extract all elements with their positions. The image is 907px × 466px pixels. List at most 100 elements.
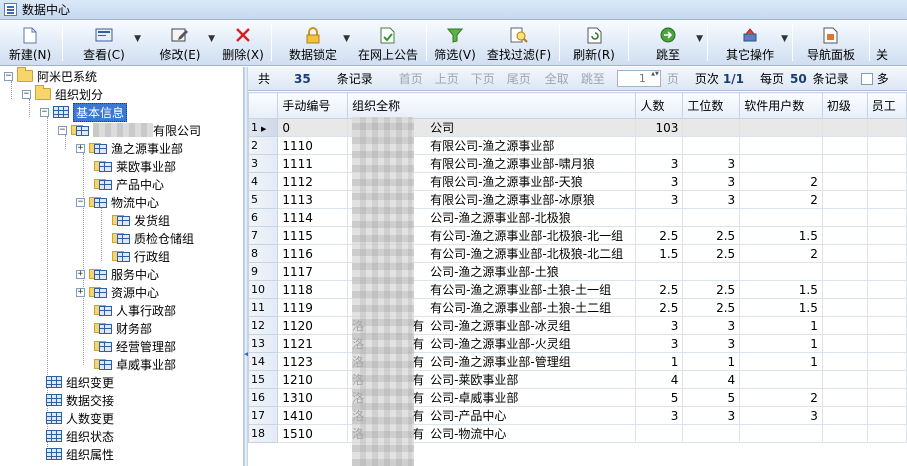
row-number[interactable]: 14 xyxy=(248,352,279,371)
tree-node-root[interactable]: − 阿米巴系统 xyxy=(4,67,97,85)
last-page-link[interactable]: 尾页 xyxy=(507,70,531,87)
table-row[interactable]: 14 1123 洛 有公司-渔之源事业部-管理组 1 1 1 xyxy=(248,352,907,371)
table-row[interactable]: 4 1112 有限公司-渔之源事业部-天狼 3 3 2 xyxy=(248,172,907,191)
collapse-toggle[interactable]: − xyxy=(4,71,13,81)
table-row[interactable]: 12 1120 洛 有公司-渔之源事业部-冰灵组 3 3 1 xyxy=(248,316,907,335)
row-number[interactable]: 7 xyxy=(248,226,279,245)
row-number[interactable]: 18 xyxy=(248,424,279,443)
table-row[interactable]: 7 1115 有公司-渔之源事业部-北极狼-北一组 2.5 2.5 1.5 xyxy=(248,226,907,245)
tree-node-company[interactable]: − 有限公司 xyxy=(58,121,201,139)
row-number[interactable]: 16 xyxy=(248,388,279,407)
row-number[interactable]: 13 xyxy=(248,334,279,353)
data-lock-button[interactable]: 数据锁定 ▼ xyxy=(274,20,352,65)
tree-node-org-attribute[interactable]: 组织属性 xyxy=(46,445,114,463)
row-number[interactable]: 4 xyxy=(248,172,279,191)
row-number[interactable]: 11 xyxy=(248,298,279,317)
collapse-toggle[interactable]: − xyxy=(22,89,31,99)
table-row[interactable]: 13 1121 洛 有公司-渔之源事业部-火灵组 3 3 1 xyxy=(248,334,907,353)
tree-node-dept[interactable]: + 渔之源事业部 xyxy=(76,139,183,157)
row-number[interactable]: 10 xyxy=(248,280,279,299)
first-page-link[interactable]: 首页 xyxy=(399,70,423,87)
nav-panel-button[interactable]: 导航面板 xyxy=(795,20,867,65)
prev-page-link[interactable]: 上页 xyxy=(435,70,459,87)
goto-button[interactable]: 跳至 ▼ xyxy=(631,20,705,65)
view-button[interactable]: 查看(C) ▼ xyxy=(65,20,143,65)
table-row[interactable]: 16 1310 洛 有公司-卓威事业部 5 5 2 xyxy=(248,388,907,407)
tree-node-dept[interactable]: − 物流中心 xyxy=(76,193,159,211)
row-number[interactable]: 9 xyxy=(248,262,279,281)
column-header[interactable]: 工位数 xyxy=(682,92,741,119)
row-number-text: 6 xyxy=(251,211,258,224)
chevron-down-icon[interactable]: ▼ xyxy=(696,34,703,44)
tree-node-dept[interactable]: 产品中心 xyxy=(94,175,164,193)
filter-button[interactable]: 筛选(V) xyxy=(429,20,481,65)
expand-toggle[interactable]: + xyxy=(76,269,85,279)
column-header[interactable]: 初级 xyxy=(821,92,868,119)
column-header[interactable]: 组织全称 xyxy=(347,92,637,119)
edit-button[interactable]: 修改(E) ▼ xyxy=(143,20,217,65)
collapse-toggle[interactable]: − xyxy=(58,125,67,135)
tree-node-dept[interactable]: 财务部 xyxy=(94,319,152,337)
refresh-button[interactable]: 刷新(R) xyxy=(562,20,626,65)
row-number[interactable]: 5 xyxy=(248,190,279,209)
expand-toggle[interactable]: + xyxy=(76,287,85,297)
tree-node-basic-info[interactable]: − 基本信息 xyxy=(40,102,128,122)
tree-node-dept[interactable]: 经营管理部 xyxy=(94,337,176,355)
table-row[interactable]: 10 1118 有公司-渔之源事业部-土狼-土一组 2.5 2.5 1.5 xyxy=(248,280,907,299)
tree-node-dept[interactable]: 质检仓储组 xyxy=(112,229,194,247)
multi-select-checkbox[interactable] xyxy=(860,72,873,85)
table-row[interactable]: 17 1410 洛 有公司-产品中心 3 3 3 xyxy=(248,406,907,425)
table-row[interactable]: 5 1113 有限公司-渔之源事业部-冰原狼 3 3 2 xyxy=(248,190,907,209)
table-row[interactable]: 9 1117 公司-渔之源事业部-土狼 xyxy=(248,262,907,281)
row-number[interactable]: 15 xyxy=(248,370,279,389)
row-number[interactable]: 1 ▶ xyxy=(248,118,279,137)
page-number-input[interactable]: 1 xyxy=(616,70,661,87)
table-row[interactable]: 2 1110 有限公司-渔之源事业部 xyxy=(248,136,907,155)
next-page-link[interactable]: 下页 xyxy=(471,70,495,87)
fetch-all-link[interactable]: 全取 xyxy=(545,70,569,87)
chevron-down-icon[interactable]: ▼ xyxy=(134,34,141,44)
column-header[interactable]: 人数 xyxy=(635,92,684,119)
table-row[interactable]: 1 ▶ 0 公司 103 xyxy=(248,118,907,137)
tree-node-org-change[interactable]: 组织变更 xyxy=(46,373,114,391)
collapse-toggle[interactable]: − xyxy=(76,197,85,207)
chevron-down-icon[interactable]: ▼ xyxy=(208,34,215,44)
jump-link[interactable]: 跳至 xyxy=(581,70,605,87)
table-row[interactable]: 3 1111 有限公司-渔之源事业部-啸月狼 3 3 xyxy=(248,154,907,173)
row-number[interactable]: 3 xyxy=(248,154,279,173)
tree-node-dept[interactable]: + 资源中心 xyxy=(76,283,159,301)
find-filter-button[interactable]: 查找过滤(F) xyxy=(481,20,557,65)
row-number[interactable]: 8 xyxy=(248,244,279,263)
new-button[interactable]: 新建(N) xyxy=(0,20,60,65)
column-header[interactable]: 员工 xyxy=(866,92,907,119)
close-button[interactable]: 关 xyxy=(872,20,896,65)
table-row[interactable]: 8 1116 有公司-渔之源事业部-北极狼-北二组 1.5 2.5 2 xyxy=(248,244,907,263)
chevron-down-icon[interactable]: ▼ xyxy=(343,34,350,44)
tree-node-dept[interactable]: 人事行政部 xyxy=(94,301,176,319)
expand-toggle[interactable]: + xyxy=(76,143,85,153)
chevron-down-icon[interactable]: ▼ xyxy=(781,34,788,44)
tree-node-headcount-change[interactable]: 人数变更 xyxy=(46,409,114,427)
collapse-toggle[interactable]: − xyxy=(40,107,49,117)
row-number[interactable]: 12 xyxy=(248,316,279,335)
delete-button[interactable]: 删除(X) xyxy=(217,20,269,65)
tree-node-dept[interactable]: + 服务中心 xyxy=(76,265,159,283)
tree-node-dept[interactable]: 发货组 xyxy=(112,211,170,229)
table-row[interactable]: 18 1510 洛 有公司-物流中心 xyxy=(248,424,907,443)
row-number[interactable]: 2 xyxy=(248,136,279,155)
tree-node-data-handover[interactable]: 数据交接 xyxy=(46,391,114,409)
tree-node-org-plan[interactable]: − 组织划分 xyxy=(22,85,103,103)
tree-node-dept[interactable]: 莱欧事业部 xyxy=(94,157,176,175)
tree-node-org-status[interactable]: 组织状态 xyxy=(46,427,114,445)
column-header[interactable]: 软件用户数 xyxy=(739,92,823,119)
row-number[interactable]: 6 xyxy=(248,208,279,227)
tree-node-dept[interactable]: 卓威事业部 xyxy=(94,355,176,373)
publish-online-button[interactable]: 在网上公告 xyxy=(352,20,424,65)
table-row[interactable]: 15 1210 洛 有公司-莱欧事业部 4 4 xyxy=(248,370,907,389)
table-row[interactable]: 11 1119 有公司-渔之源事业部-土狼-土二组 2.5 2.5 1.5 xyxy=(248,298,907,317)
column-header[interactable]: 手动编号 xyxy=(277,92,349,119)
tree-node-dept[interactable]: 行政组 xyxy=(112,247,170,265)
other-ops-button[interactable]: 其它操作 ▼ xyxy=(710,20,790,65)
row-number[interactable]: 17 xyxy=(248,406,279,425)
table-row[interactable]: 6 1114 公司-渔之源事业部-北极狼 xyxy=(248,208,907,227)
